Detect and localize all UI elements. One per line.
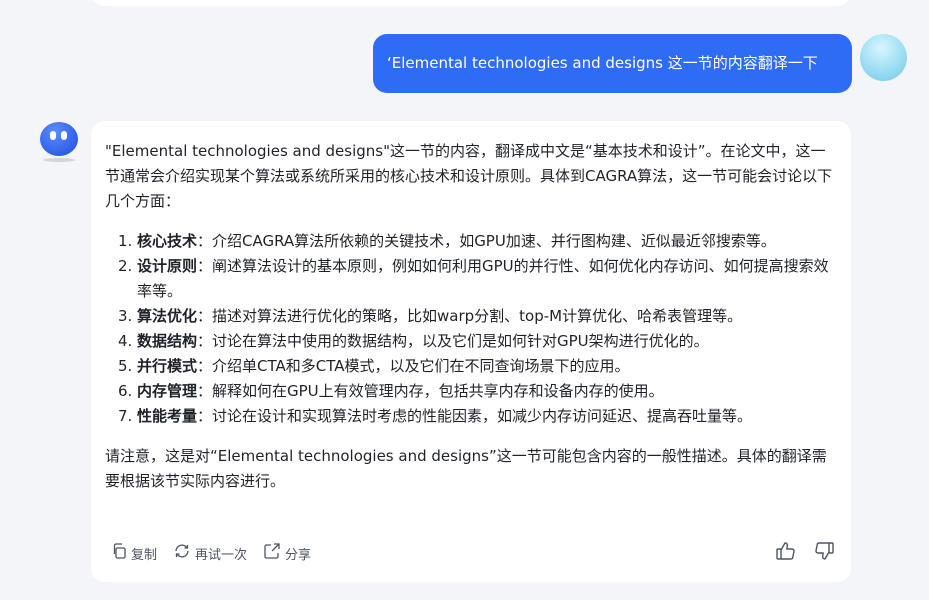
list-item: 1. 核心技术：介绍CAGRA算法所依赖的关键技术，如GPU加速、并行图构建、近似… bbox=[118, 232, 776, 250]
list-item-desc: ：解释如何在GPU上有效管理内存，包括共享内存和设备内存的使用。 bbox=[197, 382, 664, 400]
share-icon bbox=[263, 542, 285, 564]
thumbs-down-icon bbox=[813, 540, 835, 566]
message-actions: 复制 再试一次 分享 bbox=[111, 541, 835, 565]
list-item-desc: ：讨论在算法中使用的数据结构，以及它们是如何针对GPU架构进行优化的。 bbox=[197, 332, 709, 350]
assistant-list: 1. 核心技术：介绍CAGRA算法所依赖的关键技术，如GPU加速、并行图构建、近似… bbox=[105, 229, 839, 429]
thumbs-up-icon bbox=[775, 540, 797, 566]
list-item: 4. 数据结构：讨论在算法中使用的数据结构，以及它们是如何针对GPU架构进行优化的… bbox=[118, 332, 709, 350]
list-item-desc: ：介绍CAGRA算法所依赖的关键技术，如GPU加速、并行图构建、近似最近邻搜索等… bbox=[197, 232, 776, 250]
list-item: 3. 算法优化：描述对算法进行优化的策略，比如warp分割、top-M计算优化、哈… bbox=[118, 307, 743, 325]
list-item: 2. 设计原则：阐述算法设计的基本原则，例如如何利用GPU的并行性、如何优化内存访… bbox=[118, 257, 829, 300]
share-label: 分享 bbox=[285, 547, 312, 563]
user-avatar bbox=[860, 34, 907, 81]
copy-button[interactable]: 复制 bbox=[111, 543, 157, 563]
list-item-desc: ：描述对算法进行优化的策略，比如warp分割、top-M计算优化、哈希表管理等。 bbox=[197, 307, 743, 325]
list-item: 7. 性能考量：讨论在设计和实现算法时考虑的性能因素，如减少内存访问延迟、提高吞吐… bbox=[118, 407, 753, 425]
list-item-term: 性能考量 bbox=[137, 407, 198, 425]
previous-message-card bbox=[91, 0, 851, 6]
retry-label: 再试一次 bbox=[195, 547, 248, 563]
assistant-intro: "Elemental technologies and designs"这一节的… bbox=[105, 142, 833, 210]
list-item-term: 数据结构 bbox=[137, 332, 198, 350]
list-item-term: 并行模式 bbox=[137, 357, 198, 375]
list-item-term: 设计原则 bbox=[137, 257, 198, 275]
thumbs-up-button[interactable] bbox=[775, 540, 797, 566]
thumbs-down-button[interactable] bbox=[813, 540, 835, 566]
retry-button[interactable]: 再试一次 bbox=[173, 543, 247, 563]
list-item-desc: ：讨论在设计和实现算法时考虑的性能因素，如减少内存访问延迟、提高吞吐量等。 bbox=[197, 407, 753, 425]
retry-icon bbox=[173, 543, 195, 563]
assistant-avatar bbox=[37, 120, 81, 164]
list-item: 6. 内存管理：解释如何在GPU上有效管理内存，包括共享内存和设备内存的使用。 bbox=[118, 382, 664, 400]
chat-page: ‘Elemental technologies and designs 这一节的… bbox=[0, 0, 929, 600]
list-item-desc: ：介绍单CTA和多CTA模式，以及它们在不同查询场景下的应用。 bbox=[197, 357, 630, 375]
list-item: 5. 并行模式：介绍单CTA和多CTA模式，以及它们在不同查询场景下的应用。 bbox=[118, 357, 630, 375]
list-item-term: 内存管理 bbox=[137, 382, 198, 400]
user-message-bubble: ‘Elemental technologies and designs 这一节的… bbox=[373, 34, 852, 93]
assistant-outro: 请注意，这是对“Elemental technologies and desig… bbox=[105, 447, 827, 490]
list-item-term: 算法优化 bbox=[137, 307, 198, 325]
copy-icon bbox=[111, 543, 131, 563]
copy-label: 复制 bbox=[131, 547, 158, 563]
list-item-term: 核心技术 bbox=[137, 232, 198, 250]
share-button[interactable]: 分享 bbox=[263, 542, 311, 564]
list-item-desc: ：阐述算法设计的基本原则，例如如何利用GPU的并行性、如何优化内存访问、如何提高… bbox=[137, 257, 829, 300]
assistant-message-card: "Elemental technologies and designs"这一节的… bbox=[91, 121, 851, 582]
